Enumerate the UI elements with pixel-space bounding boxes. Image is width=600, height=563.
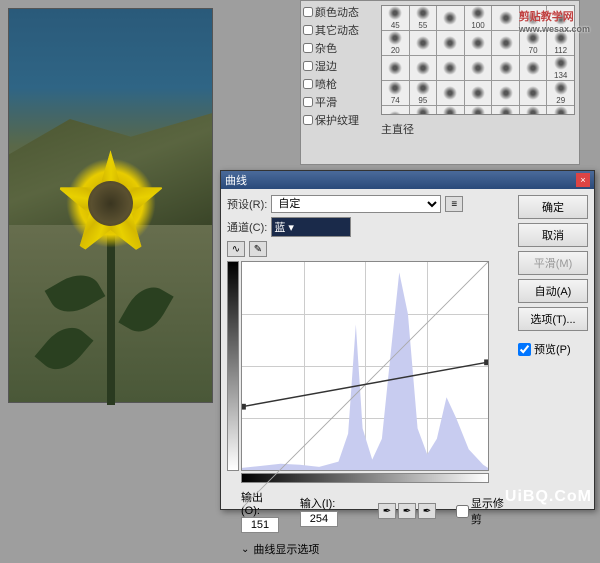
brush-option[interactable]: 保护纹理 xyxy=(303,111,375,129)
brush-preset[interactable] xyxy=(520,81,547,105)
smooth-button: 平滑(M) xyxy=(518,251,588,275)
brush-preset[interactable] xyxy=(520,56,547,80)
brush-preset[interactable] xyxy=(492,31,519,55)
channel-select[interactable]: 蓝 ▾ xyxy=(271,217,351,237)
preset-menu-icon[interactable]: ≡ xyxy=(445,196,463,212)
curves-title: 曲线 xyxy=(225,172,247,188)
brush-preset[interactable] xyxy=(437,31,464,55)
brush-preset[interactable] xyxy=(410,56,437,80)
curve-tool-icon[interactable]: ∿ xyxy=(227,241,245,257)
preset-label: 预设(R): xyxy=(227,196,267,212)
leaf xyxy=(119,279,174,340)
brush-preset[interactable] xyxy=(382,106,409,115)
watermark-top: 剪贴教学网 www.wesax.com xyxy=(519,8,590,34)
brush-preset[interactable] xyxy=(437,56,464,80)
leaf xyxy=(35,318,94,379)
brush-preset[interactable]: 63 xyxy=(520,106,547,115)
brush-option[interactable]: 平滑 xyxy=(303,93,375,111)
curves-dialog: 曲线 × 预设(R): 自定 ≡ 通道(C): 蓝 ▾ ∿ ✎ xyxy=(220,170,595,510)
brush-option[interactable]: 湿边 xyxy=(303,57,375,75)
brush-preset[interactable] xyxy=(437,81,464,105)
brush-option[interactable]: 杂色 xyxy=(303,39,375,57)
brush-preset[interactable] xyxy=(465,81,492,105)
brush-preset[interactable]: 29 xyxy=(547,81,574,105)
watermark-bottom: UiBQ.CoM xyxy=(505,488,592,506)
brush-preset[interactable]: 33 xyxy=(492,106,519,115)
options-button[interactable]: 选项(T)... xyxy=(518,307,588,331)
curves-graph[interactable] xyxy=(241,261,489,471)
cancel-button[interactable]: 取消 xyxy=(518,223,588,247)
brush-preset[interactable] xyxy=(382,56,409,80)
sunflower xyxy=(66,158,156,248)
auto-button[interactable]: 自动(A) xyxy=(518,279,588,303)
brush-preset[interactable] xyxy=(465,56,492,80)
brush-preset[interactable]: 74 xyxy=(382,81,409,105)
brush-preset[interactable]: 70 xyxy=(520,31,547,55)
brush-preset[interactable] xyxy=(465,31,492,55)
output-input[interactable] xyxy=(241,517,279,533)
curve-lines xyxy=(242,262,488,508)
brush-option[interactable]: 喷枪 xyxy=(303,75,375,93)
pencil-tool-icon[interactable]: ✎ xyxy=(249,241,267,257)
channel-label: 通道(C): xyxy=(227,219,267,235)
curves-titlebar[interactable]: 曲线 × xyxy=(221,171,594,189)
brush-preset[interactable] xyxy=(492,6,519,30)
preset-select[interactable]: 自定 xyxy=(271,195,441,213)
document-photo xyxy=(8,8,213,403)
brush-preset[interactable]: 192 xyxy=(410,106,437,115)
brush-options-list: 颜色动态其它动态杂色湿边喷枪平滑保护纹理 xyxy=(301,1,377,164)
brush-preset[interactable]: 36 xyxy=(465,106,492,115)
input-input[interactable] xyxy=(300,511,338,527)
brush-preset[interactable]: 45 xyxy=(382,6,409,30)
preview-checkbox[interactable]: 预览(P) xyxy=(518,341,588,357)
output-gradient xyxy=(227,261,239,471)
stem xyxy=(107,225,115,405)
brush-option[interactable]: 其它动态 xyxy=(303,21,375,39)
display-options-toggle[interactable]: ⌄ 曲线显示选项 xyxy=(241,541,512,557)
brush-preset[interactable] xyxy=(492,81,519,105)
flower-center xyxy=(88,181,133,226)
brush-preset[interactable]: 134 xyxy=(547,56,574,80)
brush-preset[interactable]: 112 xyxy=(547,31,574,55)
brush-preset[interactable] xyxy=(410,31,437,55)
brush-preset[interactable]: 66 xyxy=(547,106,574,115)
brush-preset[interactable]: 95 xyxy=(410,81,437,105)
brush-preset[interactable] xyxy=(437,6,464,30)
brush-option[interactable]: 颜色动态 xyxy=(303,3,375,21)
ok-button[interactable]: 确定 xyxy=(518,195,588,219)
leaf xyxy=(44,266,105,321)
brush-preset[interactable]: 100 xyxy=(465,6,492,30)
diameter-label: 主直径 xyxy=(381,121,575,137)
brush-preset[interactable]: 36 xyxy=(437,106,464,115)
brush-preset[interactable]: 20 xyxy=(382,31,409,55)
chevron-down-icon: ⌄ xyxy=(241,544,249,555)
brush-preset[interactable]: 55 xyxy=(410,6,437,30)
close-icon[interactable]: × xyxy=(576,173,590,187)
brush-preset[interactable] xyxy=(492,56,519,80)
